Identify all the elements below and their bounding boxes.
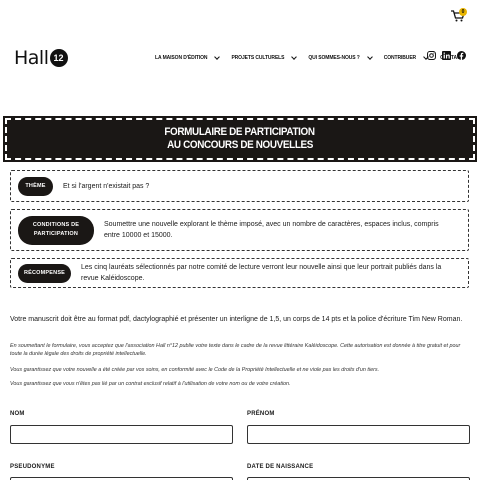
nav-item-maison-edition[interactable]: La maison d'édition [155,54,221,61]
nav-item-label: Contribuer [383,55,417,61]
facebook-icon[interactable] [457,51,466,60]
logo-text: Hall [14,47,49,69]
form-title-banner: Formulaire de participation au concours … [3,116,477,162]
conditions-box: Conditions de participation Soumettre un… [10,209,469,251]
reward-box: Récompense Les cinq lauréats sélectionné… [10,258,469,288]
linkedin-icon[interactable] [442,51,451,60]
prenom-label: Prénom [247,411,275,417]
reward-text: Les cinq lauréats sélectionnés par notre… [81,264,442,282]
theme-tag: Thème [18,176,53,196]
pseudonyme-label: Pseudonyme [10,464,55,470]
banner-title-line1: Formulaire de participation [164,126,316,138]
chevron-down-icon [291,54,298,60]
conditions-tag: Conditions de participation [18,215,94,245]
nav-item-projets-culturels[interactable]: Projets culturels [231,54,298,61]
exclusivity-guarantee: Vous garantissez que vous n'êtes pas lié… [10,381,291,387]
logo-number: 12 [49,49,68,67]
site-logo[interactable]: Hall 12 [14,47,68,69]
theme-box: Thème Et si l'argent n'existait pas ? [10,170,469,202]
reward-tag: Récompense [18,263,71,283]
nav-item-label: La maison d'édition [155,55,208,61]
social-links [427,51,466,60]
banner-title-line2: au concours de nouvelles [167,139,313,151]
nav-item-label: Projets culturels [231,55,285,61]
instagram-icon[interactable] [427,51,436,60]
nom-input[interactable] [10,425,233,444]
conditions-text: Soumettre une nouvelle explorant le thèm… [104,221,439,239]
manuscript-requirements: Votre manuscrit doit être au format pdf,… [10,316,463,323]
theme-text: Et si l'argent n'existait pas ? [63,182,150,190]
date-naissance-label: Date de naissance [247,464,314,470]
main-nav: La maison d'édition Projets culturels Qu… [155,52,464,64]
chevron-down-icon [214,54,221,60]
originality-guarantee: Vous garantissez que votre nouvelle a ét… [10,367,380,373]
nav-item-label: Qui sommes-nous ? [308,55,360,61]
nav-item-qui-sommes-nous[interactable]: Qui sommes-nous ? [308,54,373,61]
cart-count-badge: 0 [459,8,467,16]
prenom-input[interactable] [247,425,470,444]
consent-notice: En soumettant le formulaire, vous accept… [10,343,461,357]
nav-item-contribuer[interactable]: Contribuer [383,54,429,61]
chevron-down-icon [366,54,373,60]
nom-label: Nom [10,411,25,417]
